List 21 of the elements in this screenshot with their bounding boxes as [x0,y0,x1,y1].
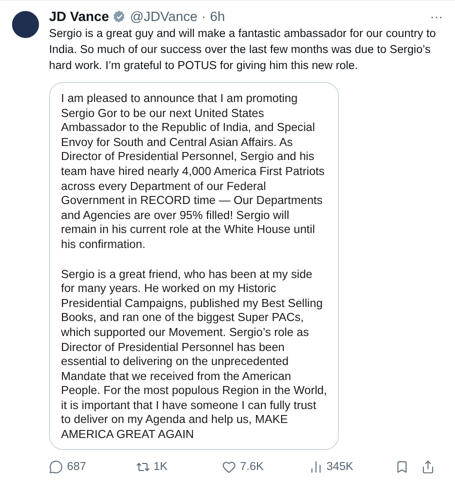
post-time[interactable]: 6h [210,8,226,24]
statement-paragraph: I am pleased to announce that I am promoting Sergio Gor to be our next United States Ambassador to the Republic of India, and Special Envoy for South and Central Asian Affairs. As Director of Presidential Personnel, Sergio and his team have hired nearly 4,000 America First Patriots across every Department of our Federal Government in RECORD time — Our Departments and Agencies are over 95% filled! Sergio will remain in his current role at the White House until his confirmation. [61,92,326,253]
share-button[interactable] [421,460,435,474]
avatar[interactable] [12,11,39,38]
share-icon [421,460,435,474]
bookmark-button[interactable] [395,460,409,474]
heart-icon [222,460,236,474]
repost-button[interactable]: 1K [136,460,168,474]
statement-paragraph: Sergio is a great friend, who has been at my side for many years. He worked on my Historic Presidential Campaigns, published my Best Selling Books, and ran one of the biggest Super PACs, which supported our Movement. Sergio’s role as Director of Presidential Personnel has been essential to delivering on the unprecedented Mandate that we received from the American People. For the most populous Region in the World, it is important that I have someone I can fully trust to deliver on my Agenda and help us, MAKE AMERICA GREAT AGAIN [61,268,327,443]
more-options-button[interactable]: ··· [430,8,443,24]
reply-button[interactable]: 687 [49,460,86,474]
speech-bubble-icon [49,460,63,474]
like-button[interactable]: 7.6K [222,460,264,474]
post-text: Sergio is a great guy and will make a fantastic ambassador for our country to India. So much of our success over the last few months was due to Sergio’s hard work. I’m grateful to POTUS for giving him this new role. [49,27,437,74]
views-button[interactable]: 345K [308,460,354,474]
statement-image-card[interactable] [49,82,339,450]
author-handle[interactable]: @JDVance [130,8,198,24]
bar-chart-icon [308,460,322,474]
separator-dot: · [202,8,206,24]
bookmark-icon [395,460,409,474]
author-name[interactable]: JD Vance [49,8,110,24]
